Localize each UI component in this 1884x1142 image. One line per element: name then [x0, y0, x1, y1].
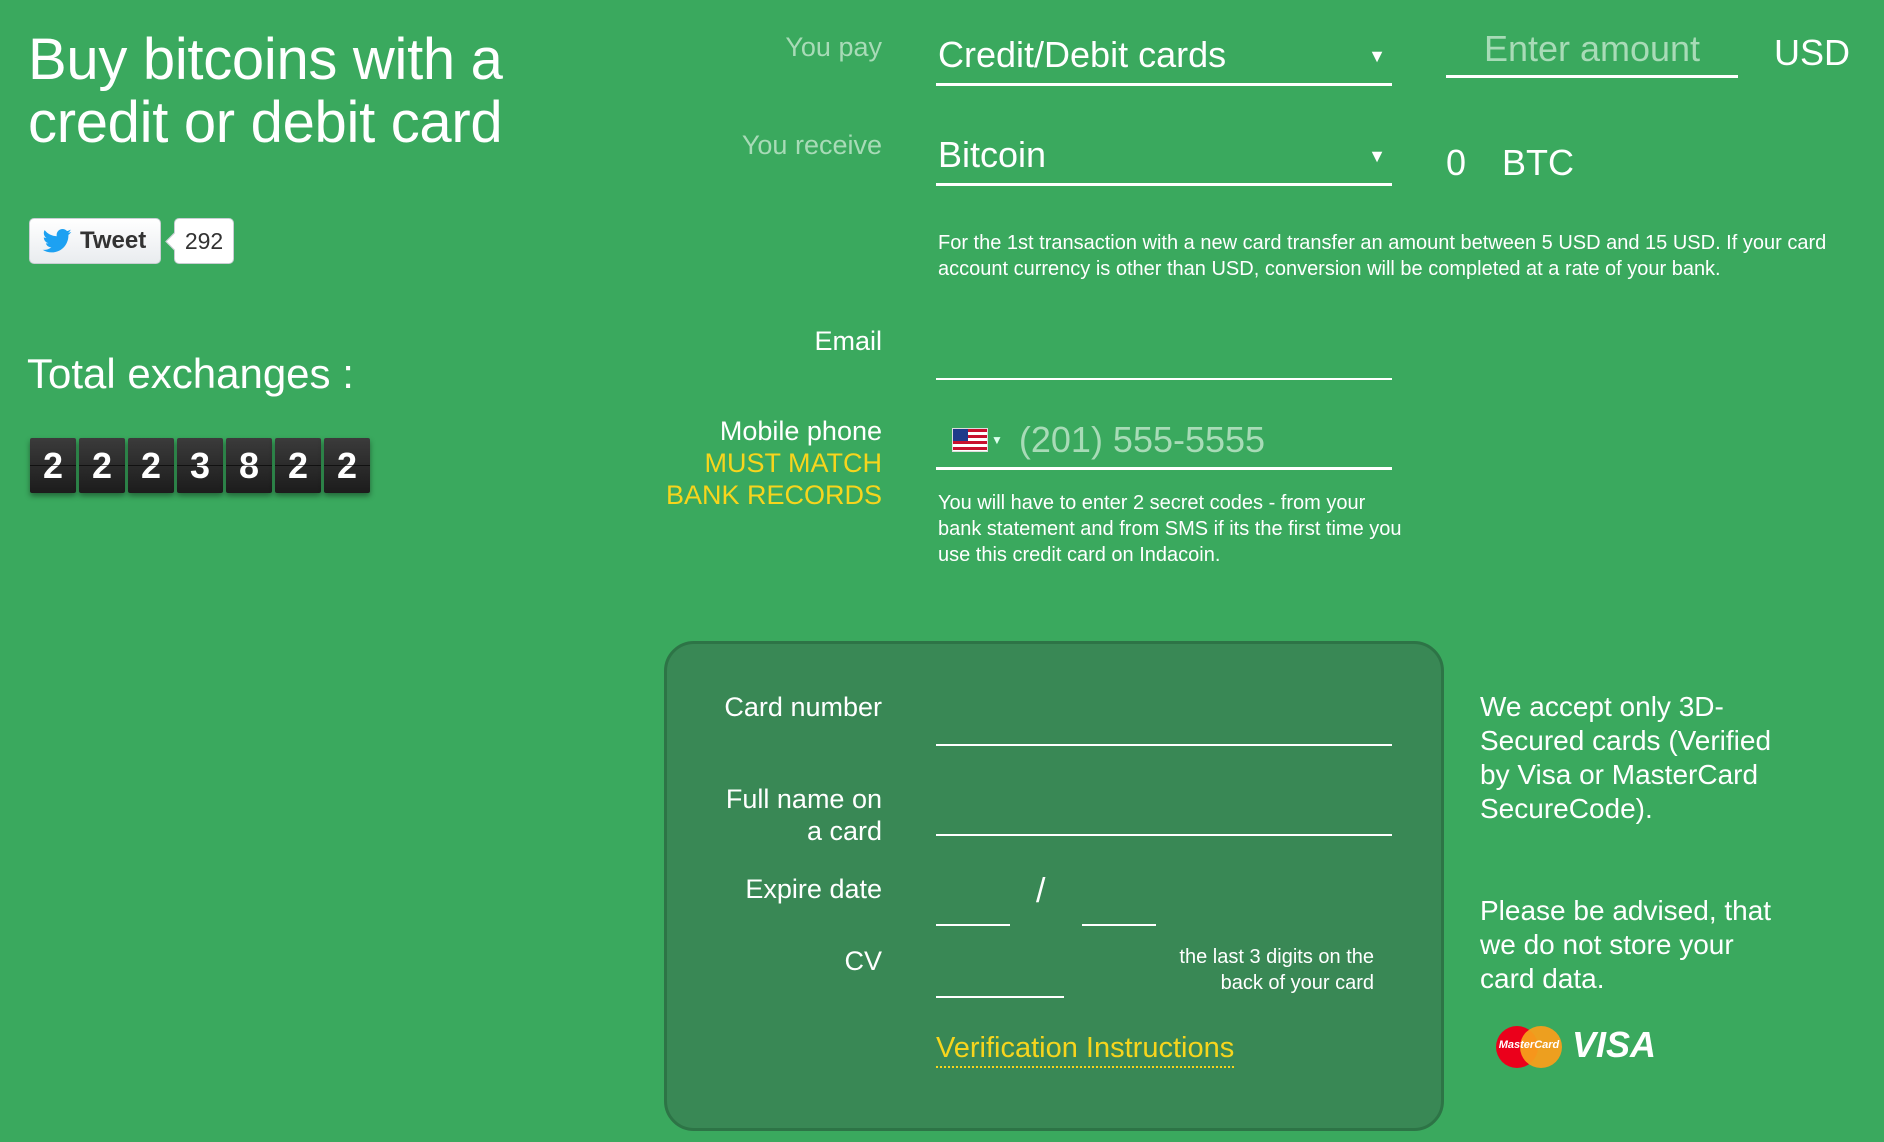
counter-digit: 3 — [177, 438, 223, 493]
pay-currency: USD — [1774, 32, 1851, 73]
full-name-label-line2: a card — [806, 816, 882, 846]
you-pay-label: You pay — [785, 32, 882, 62]
phone-input[interactable] — [1016, 417, 1361, 462]
expire-date-label: Expire date — [745, 874, 882, 904]
pay-amount-input[interactable] — [1446, 28, 1738, 78]
phone-note: You will have to enter 2 secret codes - … — [938, 492, 1402, 566]
expire-year-input[interactable] — [1082, 870, 1156, 926]
cv-label: CV — [844, 946, 882, 976]
expire-month-input[interactable] — [936, 870, 1010, 926]
verification-instructions-link[interactable]: Verification Instructions — [936, 1032, 1235, 1068]
cv-hint-line2: back of your card — [1220, 972, 1374, 994]
payment-method-select[interactable]: Credit/Debit cards ▼ — [936, 30, 1392, 86]
tweet-label: Tweet — [80, 227, 147, 254]
mastercard-logo-text: MasterCard — [1498, 1039, 1560, 1051]
payment-method-value: Credit/Debit cards — [938, 34, 1227, 75]
tweet-button[interactable]: Tweet — [29, 218, 161, 264]
counter-digit: 8 — [226, 438, 272, 493]
no-store-note: Please be advised, that we do not store … — [1480, 895, 1772, 994]
full-name-label-line1: Full name on — [725, 784, 882, 814]
phone-field: ▼ — [936, 412, 1392, 470]
country-caret-icon[interactable]: ▼ — [991, 433, 1003, 447]
you-receive-label: You receive — [741, 130, 882, 160]
card-number-input[interactable] — [936, 690, 1392, 746]
twitter-bird-icon — [42, 229, 72, 253]
cv-hint-line1: the last 3 digits on the — [1179, 946, 1374, 968]
dropdown-arrow-icon: ▼ — [1368, 146, 1386, 166]
counter-digit: 2 — [79, 438, 125, 493]
counter-digit: 2 — [128, 438, 174, 493]
tweet-count-badge: 292 — [174, 218, 234, 264]
phone-warning-line2: BANK RECORDS — [665, 480, 882, 510]
mastercard-logo: MasterCard — [1496, 1026, 1562, 1068]
email-label: Email — [814, 326, 882, 356]
cv-hint: the last 3 digits on the back of your ca… — [1100, 944, 1374, 996]
full-name-input[interactable] — [936, 780, 1392, 836]
total-exchanges-label: Total exchanges : — [27, 350, 354, 397]
accept-3d-secure-note: We accept only 3D-Secured cards (Verifie… — [1480, 691, 1772, 824]
counter-digit: 2 — [30, 438, 76, 493]
us-flag-icon[interactable] — [952, 427, 988, 452]
counter-digit: 2 — [324, 438, 370, 493]
receive-asset-select[interactable]: Bitcoin ▼ — [936, 130, 1392, 186]
mobile-phone-label: Mobile phone — [719, 416, 882, 446]
counter-digit: 2 — [275, 438, 321, 493]
exchange-counter: 2 2 2 3 8 2 2 — [30, 438, 370, 493]
visa-logo: VISA — [1572, 1024, 1657, 1065]
receive-currency: BTC — [1502, 142, 1574, 183]
phone-warning-line1: MUST MATCH — [704, 448, 883, 478]
receive-amount: 0 — [1446, 142, 1467, 183]
expire-separator: / — [1036, 872, 1046, 910]
cv-input[interactable] — [936, 940, 1064, 998]
dropdown-arrow-icon: ▼ — [1368, 46, 1386, 66]
transaction-note: For the 1st transaction with a new card … — [938, 232, 1827, 280]
card-number-label: Card number — [724, 692, 882, 722]
receive-asset-value: Bitcoin — [938, 134, 1047, 175]
email-input[interactable] — [936, 320, 1392, 380]
